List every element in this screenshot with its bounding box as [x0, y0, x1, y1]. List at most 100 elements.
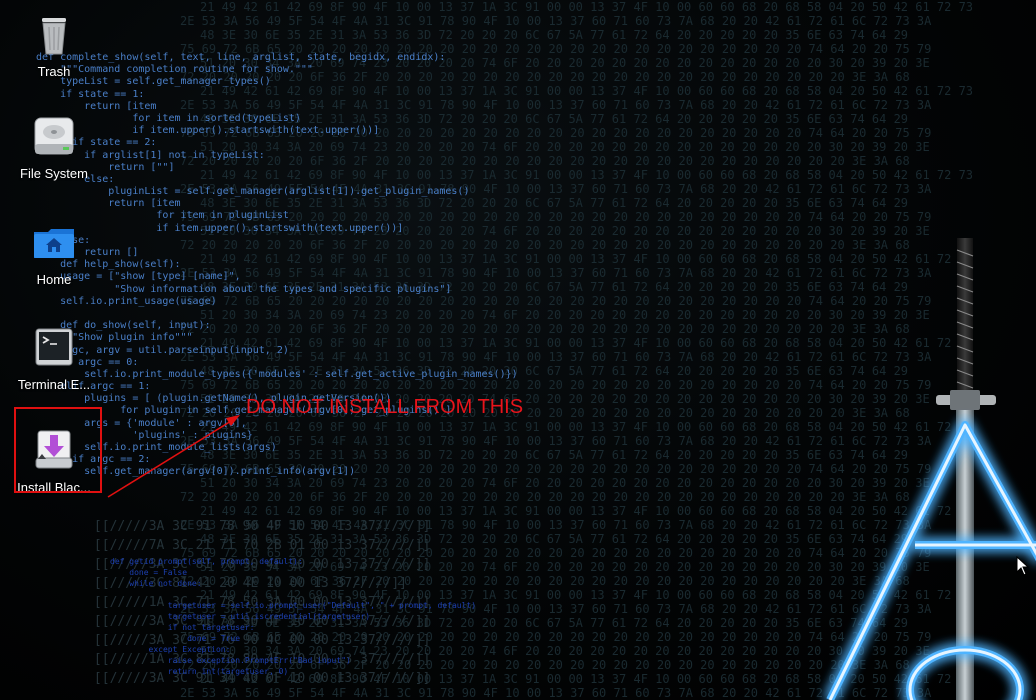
wallpaper-hex-background: 21 49 42 61 42 69 8F 90 4F 10 00 13 37 1…: [0, 0, 1036, 700]
wallpaper-hex-line: 48 3E 30 6E 35 2E 31 3A 53 36 3D 72 20 2…: [200, 28, 909, 42]
desktop-icon-label: File System: [20, 166, 88, 181]
wallpaper-bracket-line: [[/////1A 3C 71 78 50 3A 00 00 13 37////…: [0, 595, 431, 610]
wallpaper-code-line: "Show information about the types and sp…: [36, 283, 452, 295]
wallpaper-code-line: args = {'module' : argv[0],: [36, 417, 247, 429]
wallpaper-code-line: if state == 1:: [36, 88, 145, 100]
wallpaper-code-line: def help_show(self):: [36, 259, 181, 271]
wallpaper-hex-line: 51 20 30 34 3A 20 69 74 23 20 20 20 20 7…: [200, 308, 930, 322]
wallpaper-code-line: self.io.print_module_types({'modules' : …: [36, 368, 518, 380]
wallpaper-hex-line: 21 49 42 61 42 69 8F 90 4F 10 00 13 37 1…: [200, 588, 974, 602]
wallpaper-hex-line: 72 20 20 20 20 20 6F 36 2F 20 20 20 20 2…: [180, 490, 910, 504]
wallpaper-blue-line: targetuser = self.io.prompt_user("Defaul…: [110, 601, 477, 610]
wallpaper-hex-line: 51 20 30 34 3A 20 69 74 23 20 20 20 20 7…: [200, 476, 930, 490]
wallpaper-code-line: """Command completion routine for show."…: [36, 64, 313, 76]
wallpaper-neon-sword-logo: [826, 238, 1036, 700]
wallpaper-hex-line: 75 69 72 6B 65 20 20 20 20 20 20 20 20 2…: [180, 294, 932, 308]
wallpaper-code-line: return [""]: [36, 161, 175, 173]
annotation-highlight-box: [14, 407, 102, 493]
wallpaper-code-line: if item.upper().startswith(text.upper())…: [36, 222, 404, 234]
wallpaper-hex-line: 2E 53 3A 56 49 5F 54 4F 4A 31 3C 91 78 9…: [180, 182, 932, 196]
wallpaper-hex-line: 75 69 72 6B 65 20 20 20 20 20 20 20 20 2…: [180, 126, 932, 140]
wallpaper-hex-line: 72 20 20 20 20 20 6F 36 2F 20 20 20 20 2…: [180, 322, 910, 336]
wallpaper-code-line: usage = ["show [type] [name]",: [36, 271, 241, 283]
wallpaper-hex-line: 21 49 42 61 42 69 8F 90 4F 10 00 13 37 1…: [200, 84, 974, 98]
wallpaper-blue-line: targetuser = util.iscredential(targetuse…: [110, 612, 371, 621]
wallpaper-blue-line: while not done:: [110, 579, 202, 588]
wallpaper-hex-line: 48 3E 30 6E 35 2E 31 3A 53 36 3D 72 20 2…: [200, 532, 909, 546]
wallpaper-hex-line: 48 3E 30 6E 35 2E 31 3A 53 36 3D 72 20 2…: [200, 196, 909, 210]
wallpaper-blue-line: def getid_prompt(self, prompt, default):: [110, 557, 303, 566]
desktop-icon-label: Terminal E...: [17, 377, 91, 392]
wallpaper-code-line: pluginList = self.get_manager(arglist[1]…: [36, 186, 470, 198]
wallpaper-code-line: def complete_show(self, text, line, argl…: [36, 52, 446, 63]
wallpaper-hex-line: 2E 53 3A 56 49 5F 54 4F 4A 31 3C 91 78 9…: [180, 14, 932, 28]
wallpaper-hex-line: 75 69 72 6B 65 20 20 20 20 20 20 20 20 2…: [180, 210, 932, 224]
wallpaper-bracket-line: [[/////7A 3C 21 71 70 2B 01 00 13 37////…: [0, 538, 431, 553]
wallpaper-hex-line: 75 69 72 6B 65 20 20 20 20 20 20 20 20 2…: [180, 462, 932, 476]
desktop-icon-terminal[interactable]: Terminal E...: [9, 325, 99, 392]
wallpaper-hex-line: 75 69 72 6B 65 20 20 20 20 20 20 20 20 2…: [180, 630, 932, 644]
wallpaper-hex-line: 21 49 42 61 42 69 8F 90 4F 10 00 13 37 1…: [200, 0, 974, 14]
wallpaper-hex-line: 21 49 42 61 42 69 8F 90 4F 10 00 13 37 1…: [200, 420, 974, 434]
wallpaper-bracket-line: [[/////3A 3C 71 76 90 4C 00 00 13 37////…: [0, 633, 431, 648]
wallpaper-hex-line: 51 20 30 34 3A 20 69 74 23 20 20 20 20 7…: [200, 56, 930, 70]
drive-icon: [30, 114, 78, 162]
desktop-icon-label: Home: [36, 272, 72, 287]
wallpaper-bracket-line: [[/////3A 3C 81 78 90 4F 10 00 13 37////…: [0, 557, 431, 572]
wallpaper-code-line: typeList = self.get_manager_types(): [36, 76, 271, 88]
wallpaper-hex-line: 48 3E 30 6E 35 2E 31 3A 53 36 3D 72 20 2…: [200, 364, 909, 378]
wallpaper-hex-line: 21 49 42 61 42 69 8F 90 4F 10 00 13 37 1…: [200, 672, 974, 686]
wallpaper-hex-line: 51 20 30 34 3A 20 69 74 23 20 20 20 20 7…: [200, 644, 930, 658]
wallpaper-code-line: self.io.print_usage(usage): [36, 295, 217, 307]
wallpaper-hex-line: 72 20 20 20 20 20 6F 36 2F 20 20 20 20 2…: [180, 574, 910, 588]
wallpaper-code-line: """Show plugin info""": [36, 332, 193, 344]
wallpaper-code-line: return [item: [36, 198, 181, 210]
wallpaper-blue-line: return int(targetuser, 0): [110, 667, 289, 676]
wallpaper-hex-line: 72 20 20 20 20 20 6F 36 2F 20 20 20 20 2…: [180, 154, 910, 168]
wallpaper-code-line: return [item: [36, 100, 157, 112]
wallpaper-blue-line: if not targetuser:: [110, 623, 255, 632]
wallpaper-blue-line: except Exception:: [110, 645, 231, 654]
wallpaper-blue-line: done = False: [110, 568, 188, 577]
wallpaper-bracket-line: [[/////1A 3C 81 78 80 4F 10 00 13 37////…: [0, 652, 431, 667]
wallpaper-hex-line: 2E 53 3A 56 49 5F 54 4F 4A 31 3C 91 78 9…: [180, 98, 932, 112]
wallpaper-blue-line: [110, 589, 476, 600]
wallpaper-hex-line: 21 49 42 61 42 69 8F 90 4F 10 00 13 37 1…: [200, 504, 974, 518]
wallpaper-hex-line: 2E 53 3A 56 49 5F 54 4F 4A 31 3C 91 78 9…: [180, 602, 932, 616]
wallpaper-code-line: for item in sorted(typeList): [36, 112, 301, 124]
home-folder-icon: [30, 220, 78, 268]
wallpaper-code-line: elif state == 2:: [36, 137, 157, 149]
wallpaper-hex-line: 21 49 42 61 42 69 8F 90 4F 10 00 13 37 1…: [200, 336, 974, 350]
annotation-warning-text: DO NOT INSTALL FROM THIS: [246, 396, 524, 418]
wallpaper-code-line: if argc == 0:: [36, 356, 139, 368]
wallpaper-blue-line: done = True: [110, 634, 241, 643]
wallpaper-code-line: [36, 308, 518, 320]
wallpaper-hex-line: 2E 53 3A 56 49 5F 54 4F 4A 31 3C 91 78 9…: [180, 434, 932, 448]
wallpaper-bracket-line: [[/////3A 3C 91 78 90 4F 10 00 13 37////…: [0, 614, 431, 629]
wallpaper-hex-line: 72 20 20 20 20 20 6F 36 2F 20 20 20 20 2…: [180, 238, 910, 252]
wallpaper-bracket-line: [[/////3A 3C 91 78 90 4F 10 00 13 37////…: [0, 519, 431, 534]
desktop-icon-file-system[interactable]: File System: [9, 114, 99, 181]
wallpaper-code-line: return []: [36, 247, 139, 258]
wallpaper-hex-line: 75 69 72 6B 65 20 20 20 20 20 20 20 20 2…: [180, 546, 932, 560]
wallpaper-code-line: if item.upper().startswith(text.upper())…: [36, 125, 380, 137]
wallpaper-blue-line: raise exception.PromptErr("Bad input"): [110, 656, 351, 665]
wallpaper-bracket-line: [[/////3A 3C 91 34 40 0F 10 00 13 37////…: [0, 671, 431, 686]
desktop: 21 49 42 61 42 69 8F 90 4F 10 00 13 37 1…: [0, 0, 1036, 700]
desktop-icon-label: Trash: [37, 64, 71, 79]
desktop-icon-home[interactable]: Home: [9, 220, 99, 287]
terminal-icon: [30, 325, 78, 373]
wallpaper-hex-line: 75 69 72 6B 65 20 20 20 20 20 20 20 20 2…: [180, 42, 932, 56]
wallpaper-code-line: def do_show(self, input):: [36, 320, 211, 332]
wallpaper-hex-line: 2E 53 3A 56 49 5F 54 4F 4A 31 3C 91 78 9…: [180, 686, 932, 700]
wallpaper-bracket-line: [[/////3C 81 41 20 4E 10 00 13 37/////]]: [0, 576, 407, 591]
wallpaper-hex-line: 48 3E 30 6E 35 2E 31 3A 53 36 3D 72 20 2…: [200, 448, 909, 462]
wallpaper-code-line: if arglist[1] not in typeList:: [36, 149, 265, 161]
wallpaper-hex-line: 51 20 30 34 3A 20 69 74 23 20 20 20 20 7…: [200, 560, 930, 574]
wallpaper-code-line: 'plugins' : plugins}: [36, 429, 253, 441]
wallpaper-bracket-text: [[/////3A 3C 91 78 90 4F 10 00 13 37////…: [0, 517, 600, 688]
desktop-icon-trash[interactable]: Trash: [9, 12, 99, 79]
wallpaper-hex-line: 51 20 30 34 3A 20 69 74 23 20 20 20 20 7…: [200, 224, 930, 238]
wallpaper-hex-line: 48 3E 30 6E 35 2E 31 3A 53 36 3D 72 20 2…: [200, 616, 909, 630]
wallpaper-hex-line: 48 3E 30 6E 35 2E 31 3A 53 36 3D 72 20 2…: [200, 112, 909, 126]
